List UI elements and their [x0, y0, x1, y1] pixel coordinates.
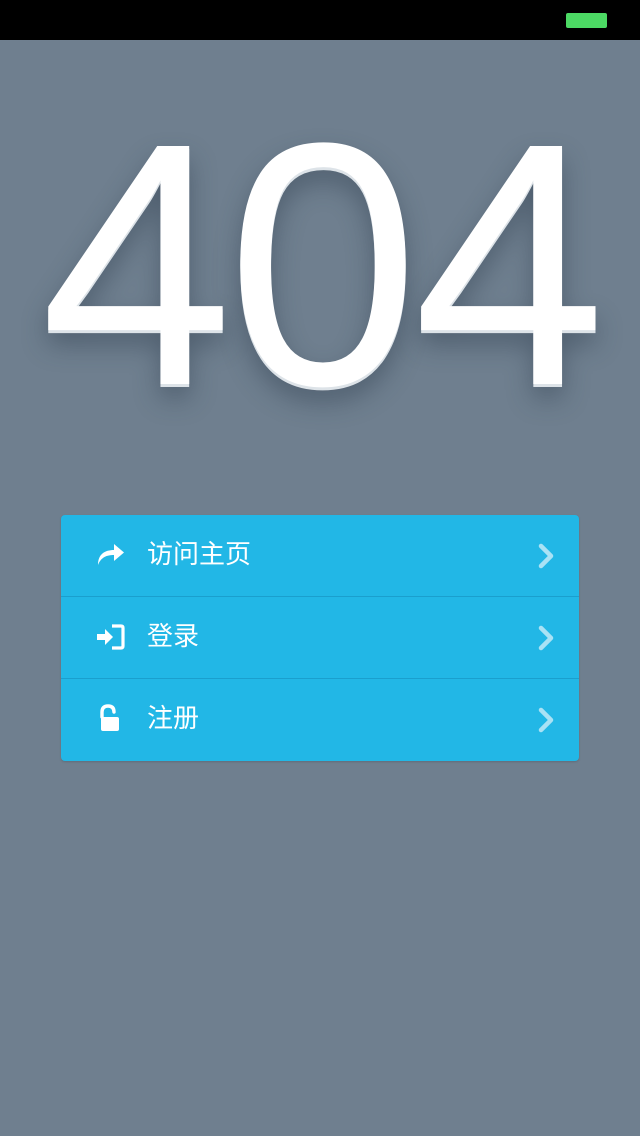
sign-in-icon: [95, 621, 127, 653]
chevron-right-icon: [537, 542, 557, 570]
status-bar: [0, 0, 640, 40]
chevron-right-icon: [537, 624, 557, 652]
error-code: 404: [40, 72, 605, 458]
menu-item-home[interactable]: 访问主页: [61, 515, 579, 597]
share-arrow-icon: [95, 539, 127, 571]
menu-item-label: 访问主页: [147, 540, 252, 570]
menu-item-login[interactable]: 登录: [61, 597, 579, 679]
battery-icon: [566, 13, 607, 28]
menu-item-label: 注册: [147, 704, 200, 734]
chevron-right-icon: [537, 706, 557, 734]
action-menu: 访问主页 登录 注册: [61, 515, 579, 761]
unlock-icon: [95, 703, 127, 735]
menu-item-label: 登录: [147, 622, 200, 652]
menu-item-register[interactable]: 注册: [61, 679, 579, 761]
